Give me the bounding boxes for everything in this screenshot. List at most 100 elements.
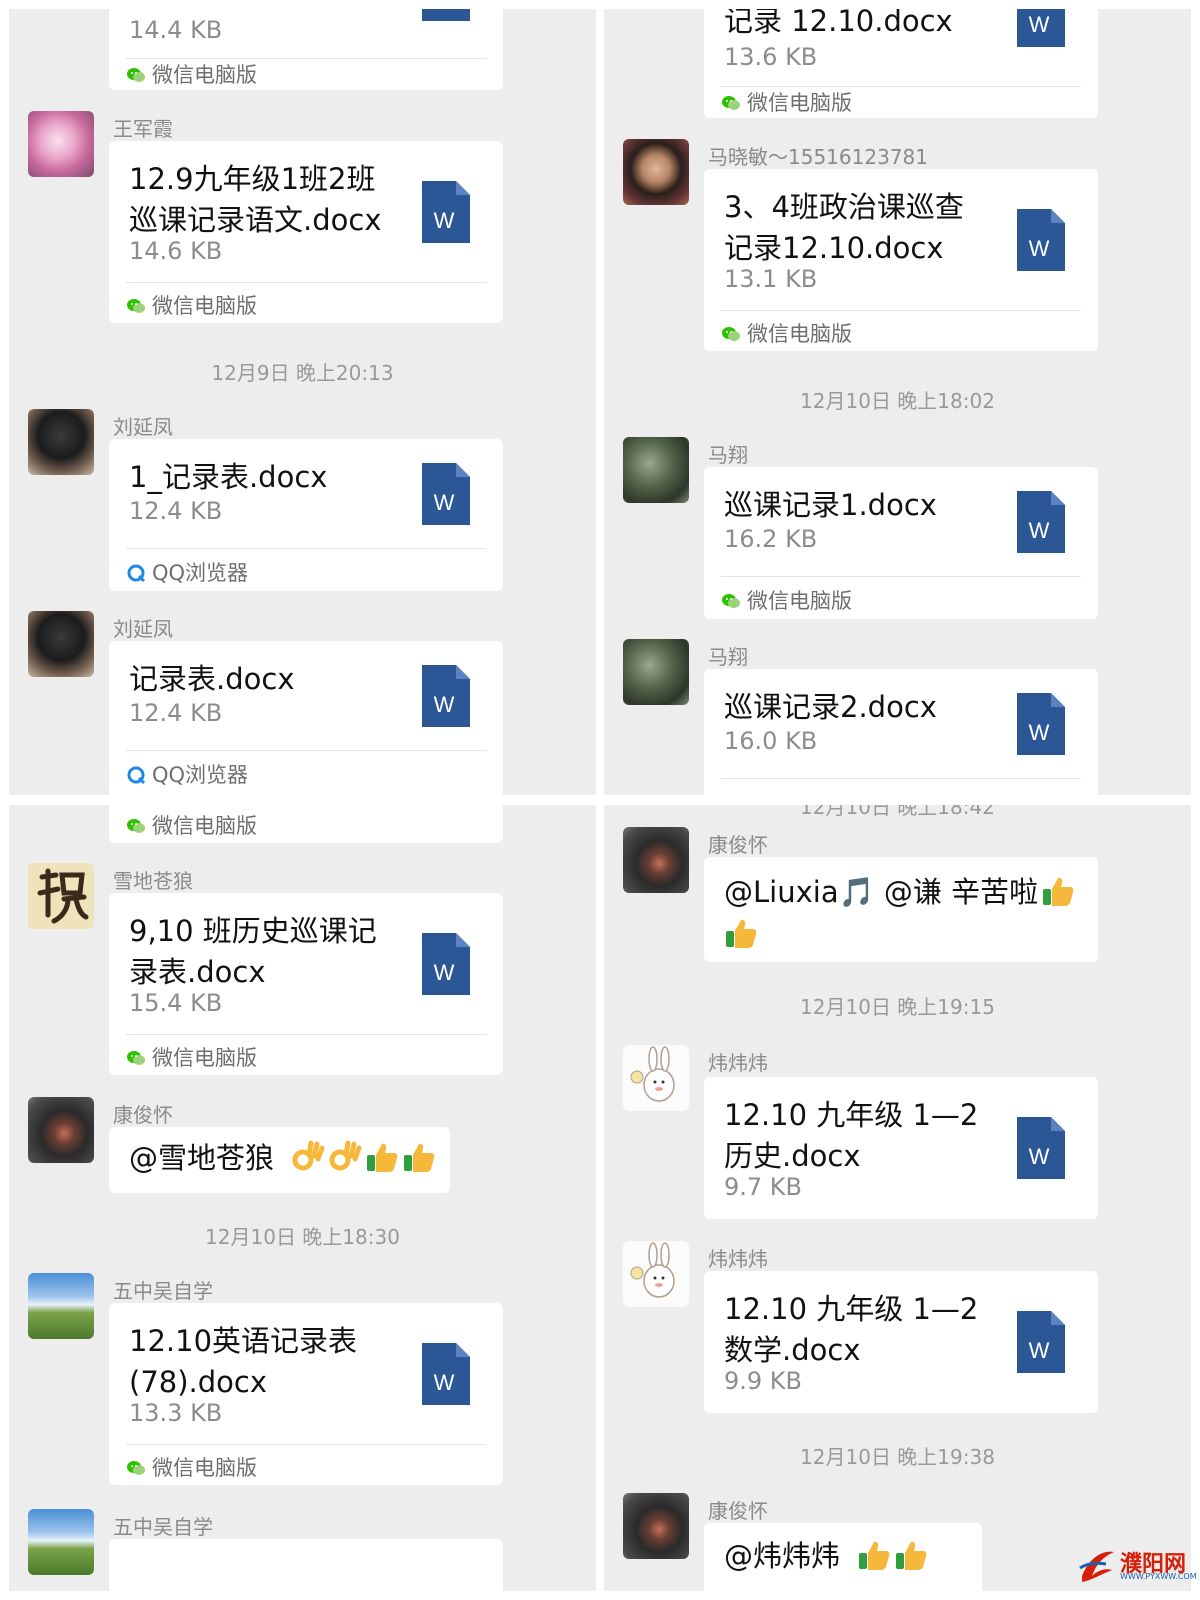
thumbs-up-emoji [894, 1538, 928, 1572]
file-name: 12.10 九年级 1—2 历史.docx [724, 1098, 979, 1173]
thumbs-up-emoji [1041, 874, 1075, 908]
source-label: 微信电脑版 [126, 810, 257, 840]
message-text: @炜炜炜 [724, 1535, 928, 1577]
avatar[interactable] [623, 639, 689, 705]
sender-name: 五中吴自学 [113, 1515, 213, 1539]
file-name: 9,10 班历史巡课记 录表.docx [129, 914, 377, 989]
avatar[interactable] [623, 437, 689, 503]
wechat-icon [721, 94, 741, 112]
ok-hand-emoji [291, 1140, 325, 1174]
avatar[interactable] [28, 111, 94, 177]
file-name: 记录表.docx [129, 662, 295, 696]
qq-browser-icon [126, 564, 146, 582]
word-doc-icon [1017, 1311, 1065, 1373]
file-name: 12.10 九年级 1—2 数学.docx [724, 1292, 979, 1367]
avatar[interactable] [28, 611, 94, 677]
file-message-card[interactable]: 9,10 班历史巡课记 录表.docx 15.4 KB 微信电脑版 [109, 893, 503, 1075]
timestamp: 12月9日 晚上20:13 [211, 361, 394, 385]
file-message-card[interactable]: 微信电脑版 [109, 805, 503, 843]
source-label: QQ浏览器 [126, 759, 248, 789]
file-name: 巡课记录2.docx [724, 690, 937, 724]
text-message-bubble[interactable]: @炜炜炜 [704, 1523, 982, 1591]
avatar[interactable] [28, 1097, 94, 1163]
file-message-card[interactable]: 巡课记录2.docx 16.0 KB [704, 669, 1098, 795]
file-size: 12.4 KB [129, 699, 223, 727]
avatar[interactable] [28, 409, 94, 475]
avatar[interactable] [623, 139, 689, 205]
sender-name: 王军霞 [113, 117, 173, 141]
wechat-icon [126, 66, 146, 84]
wechat-icon [126, 817, 146, 835]
file-name: 记录 12.10.docx [724, 9, 953, 38]
card-divider [126, 1444, 486, 1445]
source-label: QQ浏览器 [126, 557, 248, 587]
sender-name: 炜炜炜 [708, 1051, 768, 1075]
text-message-bubble[interactable]: @Liuxia🎵 @谦 辛苦啦 [704, 857, 1098, 962]
file-message-card[interactable]: 3、4班政治课巡查 记录12.10.docx 13.1 KB 微信电脑版 [704, 169, 1098, 351]
chat-panel-bottom-right: 12月10日 晚上18:42 康俊怀 @Liuxia🎵 @谦 辛苦啦 12月10… [604, 805, 1191, 1591]
avatar[interactable] [28, 1273, 94, 1339]
chat-panel-top-left: 14.4 KB 微信电脑版 王军霞 12.9九年级1班2班 巡课记录语文.doc… [9, 9, 596, 795]
file-message-card[interactable]: 巡课记录1.docx 16.2 KB 微信电脑版 [704, 467, 1098, 619]
sender-name: 马晓敏～15516123781 [708, 145, 928, 169]
word-doc-icon [422, 665, 470, 727]
message-text: @Liuxia🎵 @谦 辛苦啦 [724, 871, 1084, 955]
card-divider [126, 282, 486, 283]
wechat-icon [126, 297, 146, 315]
sender-name: 炜炜炜 [708, 1247, 768, 1271]
wechat-icon [126, 1049, 146, 1067]
card-divider [721, 310, 1081, 311]
word-doc-icon [1017, 9, 1065, 47]
word-doc-icon [422, 9, 470, 21]
watermark-logo-icon [1079, 1551, 1114, 1582]
source-label: 微信电脑版 [126, 1042, 257, 1072]
sender-name: 雪地苍狼 [113, 869, 193, 893]
rabbit-avatar-image [630, 1046, 675, 1102]
file-size: 13.6 KB [724, 43, 818, 71]
avatar[interactable] [623, 827, 689, 893]
source-label: 微信电脑版 [721, 318, 852, 348]
card-divider [721, 778, 1081, 779]
file-message-card[interactable]: 1_记录表.docx 12.4 KB QQ浏览器 [109, 439, 503, 591]
source-label: 微信电脑版 [721, 87, 852, 117]
wechat-icon [721, 325, 741, 343]
avatar[interactable] [623, 1241, 689, 1307]
avatar[interactable] [28, 1509, 94, 1575]
file-size: 13.3 KB [129, 1399, 223, 1427]
word-doc-icon [1017, 693, 1065, 755]
avatar[interactable] [623, 1493, 689, 1559]
card-divider [126, 1034, 486, 1035]
file-message-card[interactable]: 12.9九年级1班2班 巡课记录语文.docx 14.6 KB 微信电脑版 [109, 141, 503, 323]
ok-hand-emoji [328, 1140, 362, 1174]
sender-name: 康俊怀 [113, 1103, 173, 1127]
timestamp: 12月10日 晚上18:30 [205, 1225, 400, 1249]
message-text: @雪地苍狼 [129, 1137, 436, 1179]
file-message-card[interactable]: 12.10英语记录表 (78).docx 13.3 KB 微信电脑版 [109, 1303, 503, 1485]
card-divider [126, 548, 486, 549]
file-message-card[interactable]: 12.10 九年级 1—2 历史.docx 9.7 KB [704, 1077, 1098, 1219]
file-message-card[interactable]: 记录 12.10.docx 13.6 KB 微信电脑版 [704, 9, 1098, 118]
avatar[interactable] [28, 863, 94, 929]
card-divider [126, 750, 486, 751]
word-doc-icon [1017, 491, 1065, 553]
text-message-bubble[interactable]: @雪地苍狼 [109, 1127, 450, 1193]
file-name: 3、4班政治课巡查 记录12.10.docx [724, 190, 964, 265]
avatar[interactable] [623, 1045, 689, 1111]
sender-name: 康俊怀 [708, 1499, 768, 1523]
file-size: 16.2 KB [724, 525, 818, 553]
chat-panel-top-right: 记录 12.10.docx 13.6 KB 微信电脑版 马晓敏～15516123… [604, 9, 1191, 795]
file-message-card[interactable]: 14.4 KB 微信电脑版 [109, 9, 503, 90]
rabbit-avatar-image [630, 1242, 675, 1298]
word-doc-icon [422, 1343, 470, 1405]
file-message-card[interactable]: 记录表.docx 12.4 KB QQ浏览器 [109, 641, 503, 795]
sender-name: 刘延凤 [113, 415, 173, 439]
word-doc-icon [1017, 209, 1065, 271]
file-message-card[interactable] [109, 1539, 503, 1591]
word-doc-icon [422, 933, 470, 995]
file-message-card[interactable]: 12.10 九年级 1—2 数学.docx 9.9 KB [704, 1271, 1098, 1413]
source-label: 微信电脑版 [126, 59, 257, 89]
timestamp: 12月10日 晚上19:15 [800, 995, 995, 1019]
thumbs-up-emoji [724, 916, 758, 950]
file-size: 14.4 KB [129, 16, 223, 44]
card-divider [721, 576, 1081, 577]
